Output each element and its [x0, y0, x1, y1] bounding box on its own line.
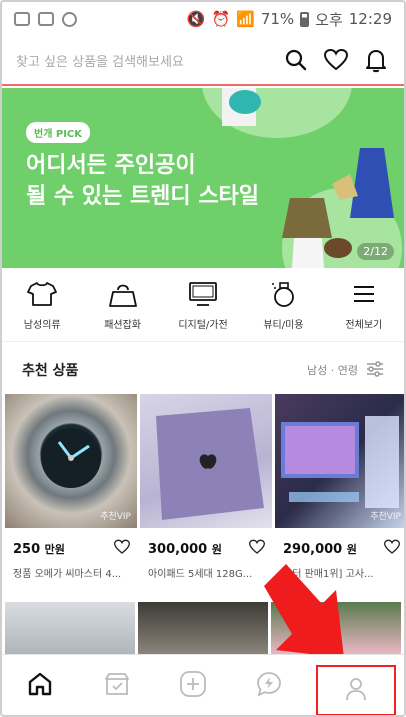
category-fashion-accessories[interactable]: 패션잡화 — [82, 270, 162, 341]
chat-lightning-icon — [255, 670, 283, 702]
status-system: 🔇 ⏰ 📶 71% 오후 12:29 — [187, 9, 392, 30]
category-label: 남성의류 — [23, 320, 61, 331]
monitor-icon — [188, 280, 218, 308]
category-digital[interactable]: 디지털/가전 — [163, 270, 243, 341]
mute-icon: 🔇 — [186, 10, 206, 28]
banner-badge: 번개 PICK — [26, 122, 91, 143]
vip-badge: 추천VIP — [100, 512, 131, 522]
category-view-all[interactable]: 전체보기 — [324, 270, 404, 341]
category-label: 뷰티/미용 — [263, 320, 304, 331]
price-unit: 원 — [346, 543, 357, 556]
wifi-icon: 📶 — [236, 10, 255, 28]
product-name: 정품 오메가 씨마스터 4... — [13, 569, 122, 580]
category-mens-clothing[interactable]: 남성의류 — [2, 270, 82, 341]
product-card[interactable]: 300,000 원 아이패드 5세대 128G... — [140, 394, 272, 580]
price-row: 300,000 원 — [140, 528, 272, 558]
status-notifications — [14, 11, 77, 27]
product-image-watch[interactable]: 추천VIP — [5, 394, 137, 528]
bottom-nav — [2, 654, 404, 715]
banner-title: 어디서든 주인공이 될 수 있는 트렌디 스타일 — [26, 150, 286, 212]
home-icon — [27, 671, 53, 701]
filter-sliders-icon — [366, 360, 384, 380]
bell-icon[interactable] — [362, 46, 390, 74]
app-frame: 🔇 ⏰ 📶 71% 오후 12:29 찾고 싶은 상품을 검색해보세요 번개 P… — [0, 0, 406, 717]
menu-icon — [349, 280, 379, 308]
heart-icon[interactable] — [383, 539, 401, 559]
nav-register[interactable] — [155, 655, 231, 715]
category-label: 패션잡화 — [104, 320, 142, 331]
bag-icon — [108, 280, 138, 308]
product-grid: 추천VIP 250 만원 정품 오메가 씨마스터 4... 300,000 원 … — [2, 394, 404, 580]
recommend-header: 추천 상품 남성 · 연령 — [2, 348, 404, 392]
watch-dial-illustration — [41, 428, 101, 488]
search-header: 찾고 싶은 상품을 검색해보세요 — [2, 36, 404, 86]
product-image-gaming-pc[interactable]: 추천VIP — [275, 394, 404, 528]
product-price: 250 만원 — [13, 541, 65, 557]
perfume-icon — [268, 280, 298, 308]
alarm-icon: ⏰ — [211, 10, 231, 28]
recommend-filter[interactable]: 남성 · 연령 — [307, 360, 384, 380]
nav-home[interactable] — [2, 655, 78, 715]
search-input[interactable]: 찾고 싶은 상품을 검색해보세요 — [16, 51, 270, 70]
product-price: 300,000 원 — [148, 541, 222, 557]
battery-percent: 71% — [260, 10, 295, 28]
product-image[interactable] — [5, 602, 135, 654]
filter-label: 남성 · 연령 — [307, 364, 358, 377]
nav-talk[interactable] — [231, 655, 307, 715]
nav-my[interactable] — [315, 665, 397, 715]
recommend-title: 추천 상품 — [22, 363, 79, 379]
banner-page-indicator: 2/12 — [357, 243, 394, 260]
heart-icon[interactable] — [322, 46, 350, 74]
notification-app-icon — [14, 12, 30, 26]
banner-title-line2: 될 수 있는 트렌디 스타일 — [26, 184, 260, 209]
ipad-illustration — [156, 408, 264, 520]
heart-icon[interactable] — [248, 539, 266, 559]
price-value: 300,000 — [148, 542, 208, 557]
price-value: 290,000 — [283, 542, 343, 557]
product-card[interactable]: 추천VIP 290,000 원 포터 판매1위] 고사... — [275, 394, 404, 580]
category-bar: 남성의류 패션잡화 디지털/가전 뷰티/미용 전체보기 — [2, 270, 404, 342]
time-prefix: 오후 — [315, 10, 343, 29]
price-unit: 만원 — [44, 543, 65, 556]
product-name: 아이패드 5세대 128G... — [148, 569, 253, 580]
emoji-icon — [62, 11, 77, 27]
annotation-arrow — [264, 564, 344, 658]
search-icon[interactable] — [282, 46, 310, 74]
tshirt-icon — [27, 280, 58, 308]
price-row: 250 만원 — [5, 528, 137, 558]
price-value: 250 — [13, 542, 41, 557]
category-beauty[interactable]: 뷰티/미용 — [243, 270, 323, 341]
gallery-icon — [38, 12, 54, 26]
banner-title-line1: 어디서든 주인공이 — [26, 153, 196, 178]
product-image-ipad[interactable] — [140, 394, 272, 528]
clock: 12:29 — [348, 10, 392, 28]
product-price: 290,000 원 — [283, 541, 357, 557]
nav-shop[interactable] — [78, 655, 154, 715]
product-card[interactable]: 추천VIP 250 만원 정품 오메가 씨마스터 4... — [5, 394, 137, 580]
status-bar: 🔇 ⏰ 📶 71% 오후 12:29 — [2, 2, 404, 36]
battery-icon — [300, 11, 310, 27]
plus-circle-icon — [179, 670, 207, 702]
product-image[interactable] — [138, 602, 268, 654]
vip-badge: 추천VIP — [370, 512, 401, 522]
category-label: 전체보기 — [345, 320, 383, 331]
shop-check-icon — [103, 671, 131, 701]
price-unit: 원 — [211, 543, 222, 556]
user-icon — [344, 676, 368, 706]
price-row: 290,000 원 — [275, 528, 404, 559]
promo-banner[interactable]: 번개 PICK 어디서든 주인공이 될 수 있는 트렌디 스타일 2/12 — [2, 88, 404, 268]
category-label: 디지털/가전 — [178, 320, 228, 331]
gaming-pc-illustration — [281, 416, 399, 508]
heart-icon[interactable] — [113, 539, 131, 559]
